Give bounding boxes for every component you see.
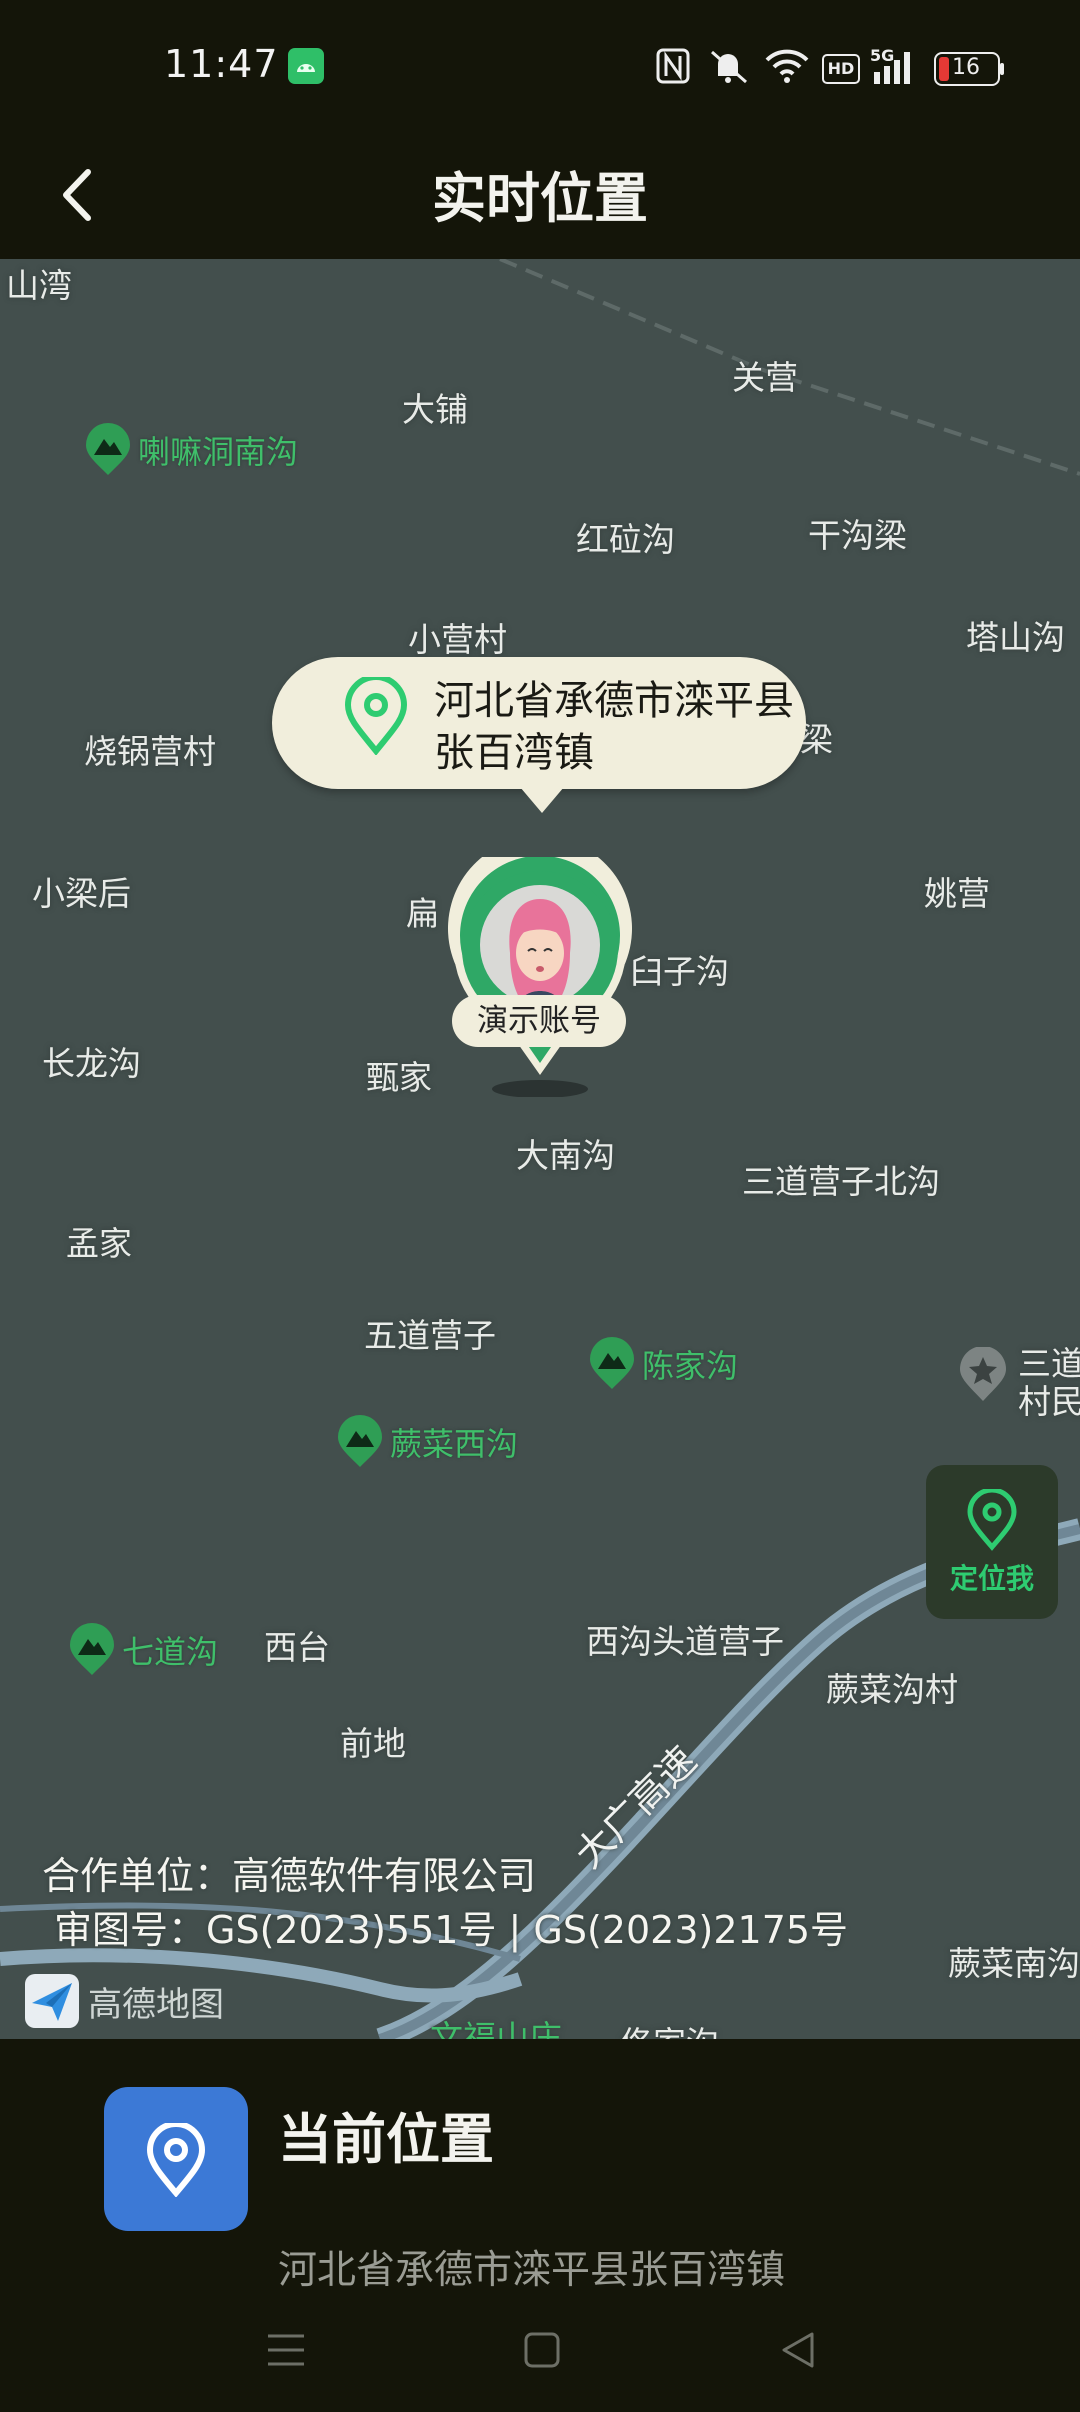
place-label: 长龙沟: [42, 1044, 141, 1083]
current-location-address: 河北省承德市滦平县张百湾镇: [278, 2248, 786, 2293]
page-title: 实时位置: [432, 167, 648, 230]
locate-me-label: 定位我: [949, 1562, 1034, 1595]
place-label: 关营: [732, 358, 798, 397]
amap-logo-icon: [25, 1974, 79, 2028]
place-label: 佟家沟: [620, 2017, 719, 2039]
place-label: 蕨菜南沟: [948, 1944, 1080, 1983]
location-tile: [104, 2087, 248, 2231]
mute-bell-icon: [711, 50, 747, 84]
map-copyright-partner: 合作单位：高德软件有限公司: [42, 1854, 537, 1898]
hd-badge: HD: [822, 54, 860, 84]
poi-marker[interactable]: 陈家沟: [588, 1337, 738, 1391]
mountain-poi-icon: [70, 1623, 114, 1675]
place-label: 臼子沟: [630, 952, 729, 991]
signal-icon: [874, 52, 910, 84]
android-icon: [288, 48, 324, 84]
mountain-poi-icon: [86, 423, 130, 475]
poi-marker[interactable]: 蕨菜西沟: [336, 1415, 518, 1469]
place-label: 蕨菜沟村: [826, 1670, 958, 1709]
place-label: 村民: [1018, 1382, 1080, 1421]
location-pin-icon: [344, 677, 408, 755]
place-label: 小营村: [408, 620, 507, 659]
bubble-tail: [520, 787, 564, 813]
place-label: 红砬沟: [576, 520, 675, 559]
poi-label: 蕨菜西沟: [390, 1425, 519, 1463]
top-app-bar: 实时位置: [0, 132, 1080, 260]
place-label: 小梁后: [32, 874, 131, 913]
place-label: 前地: [340, 1724, 406, 1763]
place-label: 五道营子: [364, 1316, 496, 1355]
place-label: 甄家: [366, 1058, 432, 1097]
place-label: 塔山沟: [966, 618, 1065, 657]
back-nav-icon[interactable]: [776, 2328, 820, 2372]
poi-marker[interactable]: 七道沟: [68, 1623, 218, 1677]
user-avatar-marker[interactable]: [440, 857, 640, 1097]
place-label: 文福山庄: [430, 2018, 562, 2039]
marker-label: 演示账号: [452, 995, 626, 1047]
home-nav-icon[interactable]: [520, 2328, 564, 2372]
poi-marker[interactable]: 喇嘛洞南沟: [84, 423, 298, 477]
nfc-icon: [656, 48, 690, 84]
battery-icon: 16: [934, 52, 1004, 86]
poi-label: 七道沟: [122, 1633, 219, 1671]
place-label: 西台: [264, 1628, 330, 1667]
map-copyright-approval: 审图号：GS(2023)551号 | GS(2023)2175号: [54, 1908, 849, 1952]
mountain-poi-icon: [590, 1337, 634, 1389]
place-label: 干沟梁: [808, 516, 907, 555]
place-label: 山湾: [6, 266, 72, 305]
amap-logo: 高德地图: [24, 1972, 224, 2030]
location-bubble[interactable]: 河北省承德市滦平县张百湾镇: [272, 657, 806, 789]
battery-level: 16: [952, 55, 980, 80]
place-label: 孟家: [66, 1224, 132, 1263]
place-label: 大南沟: [516, 1136, 615, 1175]
wifi-icon: [765, 49, 809, 83]
poi-label: 陈家沟: [642, 1347, 739, 1385]
status-time: 11:47: [164, 42, 279, 86]
amap-logo-text: 高德地图: [88, 1984, 224, 2025]
place-label: 烧锅营村: [84, 732, 216, 771]
bubble-address: 河北省承德市滦平县张百湾镇: [434, 678, 794, 776]
place-label: 姚营: [924, 874, 990, 913]
location-pin-icon: [146, 2123, 206, 2197]
place-label: 西沟头道营子: [586, 1622, 784, 1661]
place-label: 扁: [406, 894, 439, 933]
poi-label: 喇嘛洞南沟: [138, 433, 299, 471]
menu-nav-icon[interactable]: [264, 2328, 308, 2372]
place-label: 三道营子北沟: [742, 1162, 940, 1201]
status-bar: 11:47 HD 5G 16: [0, 0, 1080, 132]
map-view[interactable]: 山湾 关营 大铺 红砬沟 干沟梁 小营村 塔山沟 烧锅营村 梁 小梁后 姚营 扁…: [0, 259, 1080, 2039]
mountain-poi-icon: [338, 1415, 382, 1467]
star-poi-icon[interactable]: [958, 1347, 1008, 1403]
current-location-title: 当前位置: [278, 2108, 494, 2171]
place-label: 大铺: [402, 390, 468, 429]
locate-me-button[interactable]: 定位我: [926, 1465, 1058, 1619]
locate-pin-icon: [967, 1489, 1017, 1551]
